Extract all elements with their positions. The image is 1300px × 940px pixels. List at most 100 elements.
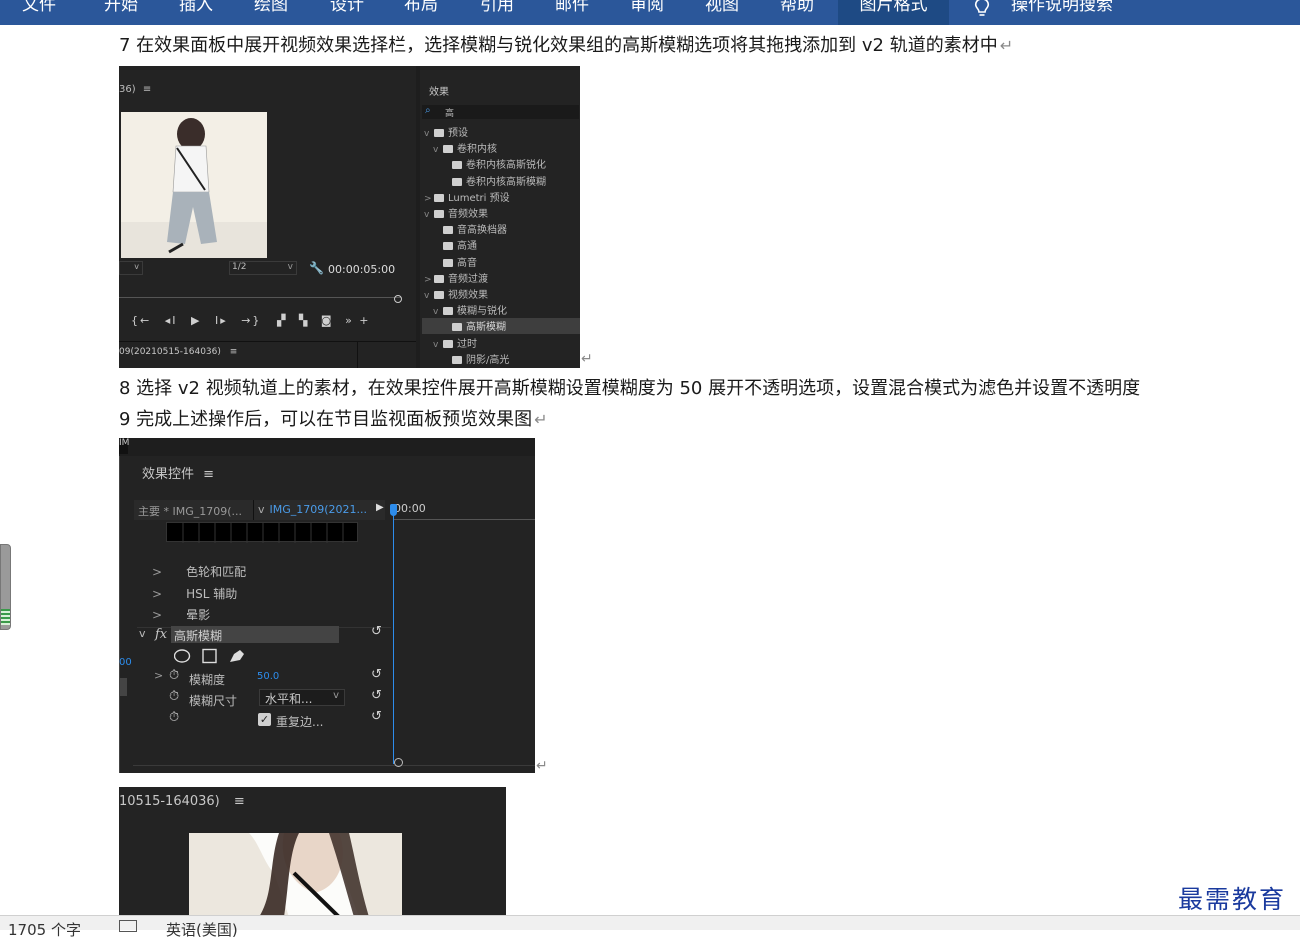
effect-icon <box>452 161 462 170</box>
effects-panel-title: 效果 <box>429 87 449 98</box>
master-clip-selector[interactable]: 主要 * IMG_1709(... <box>134 500 253 520</box>
screenshot-effect-controls[interactable]: IM 效果控件 ≡ 主要 * IMG_1709(... v IMG_1709(20… <box>119 438 535 773</box>
effects-tree-label: 卷积内核高斯锐化 <box>466 160 546 172</box>
playhead-handle[interactable] <box>390 504 397 516</box>
mark-out-icon[interactable]: →} <box>241 314 261 327</box>
effect-row-vignette[interactable]: > 晕影 <box>134 606 390 623</box>
blur-dimensions-dropdown[interactable]: 水平和... v <box>259 689 345 706</box>
effects-tree-item[interactable]: 高斯模糊 <box>422 318 580 335</box>
effects-tree-item[interactable]: v 模糊与锐化 <box>422 302 580 318</box>
lightbulb-icon[interactable] <box>972 0 992 22</box>
tab-file[interactable]: 文件 <box>22 0 56 17</box>
repeat-edges-checkbox[interactable]: ✓ <box>258 713 271 726</box>
tab-mailings[interactable]: 邮件 <box>555 0 589 17</box>
clip-selector[interactable]: v IMG_1709(2021... <box>253 500 385 520</box>
add-button-icon[interactable]: + <box>359 314 370 327</box>
tab-design[interactable]: 设计 <box>330 0 364 17</box>
stopwatch-icon[interactable]: ⏱ <box>169 668 179 683</box>
chevron-down-icon[interactable]: v <box>433 145 443 155</box>
extract-icon[interactable]: ▚ <box>299 314 309 327</box>
tab-layout[interactable]: 布局 <box>404 0 438 17</box>
chevron-down-icon[interactable]: v <box>424 129 434 139</box>
effects-tree-item[interactable]: v 音频效果 <box>422 205 580 221</box>
tab-review[interactable]: 审阅 <box>630 0 664 17</box>
proofing-icon[interactable] <box>119 920 137 932</box>
effects-tree-label: 卷积内核高斯模糊 <box>466 176 546 188</box>
repeat-edges-label: 重复边... <box>276 715 324 729</box>
reset-icon[interactable]: ↺ <box>371 709 382 724</box>
chevron-down-icon[interactable]: v <box>433 307 443 317</box>
tab-help[interactable]: 帮助 <box>780 0 814 17</box>
effects-tree-item[interactable]: 卷积内核高斯锐化 <box>422 156 580 172</box>
ribbon-bar: 文件 开始 插入 绘图 设计 布局 引用 邮件 审阅 视图 帮助 图片格式 操作… <box>0 0 1300 25</box>
screenshot-program-preview[interactable]: 10515-164036) ≡ <box>119 787 506 917</box>
more-icon[interactable]: » <box>345 314 354 327</box>
tab-view[interactable]: 视图 <box>705 0 739 17</box>
reset-icon[interactable]: ↺ <box>371 688 382 703</box>
tab-draw[interactable]: 绘图 <box>254 0 288 17</box>
tell-me-search[interactable]: 操作说明搜索 <box>1011 0 1113 17</box>
side-navigation-handle[interactable] <box>0 544 11 630</box>
folder-icon <box>434 274 444 283</box>
chevron-down-icon[interactable]: v <box>424 291 434 301</box>
mini-ruler <box>394 514 535 520</box>
mark-in-icon[interactable]: {← <box>131 314 151 327</box>
zoom-dropdown[interactable]: v <box>119 261 143 275</box>
lift-icon[interactable]: ▞ <box>277 314 287 327</box>
effects-tree-item[interactable]: 卷积内核高斯模糊 <box>422 173 580 189</box>
playhead-line[interactable] <box>393 504 394 764</box>
zoom-handle[interactable] <box>394 295 402 303</box>
stopwatch-icon[interactable]: ⏱ <box>169 710 179 725</box>
fx-badge[interactable]: fx <box>155 627 167 642</box>
tab-references[interactable]: 引用 <box>480 0 514 17</box>
play-only-icon[interactable]: ▶ <box>376 502 384 513</box>
chevron-down-icon[interactable]: v <box>433 340 443 350</box>
step-back-icon[interactable]: ◂I <box>165 314 178 327</box>
effects-tree-item[interactable]: 阴影/高光 <box>422 351 580 367</box>
chevron-right-icon[interactable]: > <box>424 194 434 204</box>
transport-controls[interactable]: {← ◂I ▶ I▸ →} ▞ ▚ ◙ » + <box>131 314 371 327</box>
effects-tree-item[interactable]: 高通 <box>422 237 580 253</box>
effects-tree-item[interactable]: > Lumetri 预设 <box>422 189 580 205</box>
effects-tree-label: 高斯模糊 <box>466 322 506 334</box>
effect-row-color-wheels[interactable]: > 色轮和匹配 <box>134 563 390 580</box>
tab-picture-format[interactable]: 图片格式 <box>838 0 949 25</box>
tab-insert[interactable]: 插入 <box>179 0 213 17</box>
corner-label: IM <box>119 438 129 454</box>
effects-tree-item[interactable]: 高音 <box>422 254 580 270</box>
folder-icon <box>443 226 453 235</box>
paragraph-step-7: 7 在效果面板中展开视频效果选择栏，选择模糊与锐化效果组的高斯模糊选项将其拖拽添… <box>119 35 1014 56</box>
effects-tree-item[interactable]: > 音频过渡 <box>422 270 580 286</box>
rect-mask-icon <box>202 648 217 664</box>
expand-chevron-icon[interactable]: v <box>139 627 146 640</box>
chevron-right-icon[interactable]: > <box>424 275 434 285</box>
screenshot-effects-panel[interactable]: 36) ≡ v 1/2 v 🔧 00:00:05:00 {← ◂I ▶ I▸ →}… <box>119 66 580 368</box>
reset-icon[interactable]: ↺ <box>371 624 382 639</box>
chevron-down-icon[interactable]: v <box>424 210 434 220</box>
gaussian-blur-effect[interactable]: 高斯模糊 <box>171 626 339 643</box>
effects-tree-item[interactable]: v 过时 <box>422 335 580 351</box>
effects-tree-label: 卷积内核 <box>457 144 497 156</box>
scrub-ruler[interactable] <box>119 288 401 298</box>
step-forward-icon[interactable]: I▸ <box>215 314 228 327</box>
zoom-handle[interactable] <box>394 758 403 767</box>
blurriness-value[interactable]: 50.0 <box>257 671 279 682</box>
reset-icon[interactable]: ↺ <box>371 667 382 682</box>
pen-mask-icon <box>230 650 244 662</box>
blur-expand-chevron[interactable]: > <box>154 669 163 682</box>
resolution-dropdown[interactable]: 1/2 v <box>229 261 297 275</box>
effect-row-hsl[interactable]: > HSL 辅助 <box>134 585 390 602</box>
tab-home[interactable]: 开始 <box>104 0 138 17</box>
side-scroll-thumb[interactable] <box>119 678 127 696</box>
effects-tree-item[interactable]: 音高换档器 <box>422 221 580 237</box>
effects-tree-label: 阴影/高光 <box>466 354 510 366</box>
camera-icon[interactable]: ◙ <box>321 314 334 327</box>
wrench-icon[interactable]: 🔧 <box>309 261 324 275</box>
effects-tree-item[interactable]: v 卷积内核 <box>422 140 580 156</box>
effects-tree-item[interactable]: v 视频效果 <box>422 286 580 302</box>
play-icon[interactable]: ▶ <box>191 314 201 327</box>
effects-tree-item[interactable]: v 预设 <box>422 124 580 140</box>
panel-divider-v <box>357 342 358 368</box>
stopwatch-icon[interactable]: ⏱ <box>169 689 179 704</box>
effects-search-input[interactable]: ⌕ 高 <box>422 105 579 119</box>
